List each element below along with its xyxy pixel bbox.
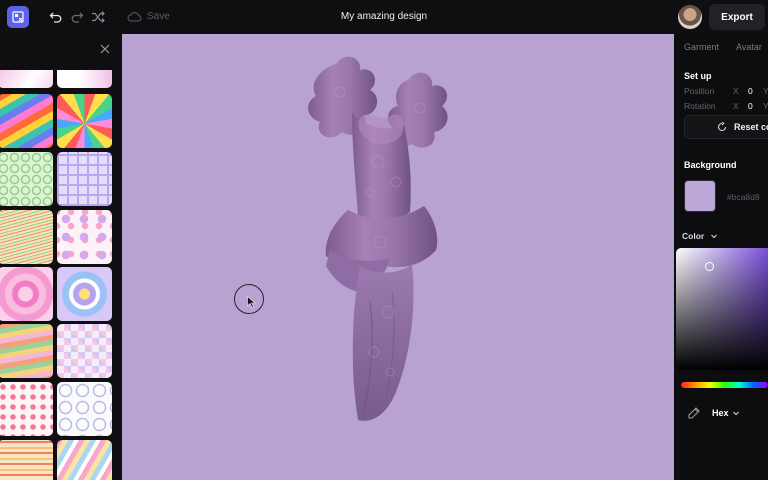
- properties-panel: Garment Avatar Set up Position X 0 Y Rot…: [674, 34, 768, 480]
- pattern-tile-rainbow-waves[interactable]: [0, 94, 53, 148]
- pattern-tile-hearts-pattern[interactable]: [0, 382, 53, 436]
- background-color-swatch[interactable]: [684, 180, 716, 212]
- cloud-icon: [126, 9, 142, 25]
- pattern-tile-pastel-stripes[interactable]: [57, 440, 112, 480]
- design-canvas[interactable]: [122, 34, 674, 480]
- setup-heading: Set up: [684, 71, 712, 81]
- redo-icon[interactable]: [69, 9, 85, 25]
- shuffle-icon[interactable]: [90, 9, 106, 25]
- app-logo-icon[interactable]: [7, 6, 29, 28]
- background-heading: Background: [684, 160, 737, 170]
- color-picker-handle[interactable]: [705, 262, 714, 271]
- top-bar: Save My amazing design Export: [0, 0, 768, 34]
- tab-garment[interactable]: Garment: [684, 42, 719, 52]
- background-hex-value[interactable]: #bca8d8: [727, 192, 760, 202]
- save-button[interactable]: Save: [147, 11, 170, 22]
- rotation-label: Rotation: [684, 101, 716, 111]
- undo-icon[interactable]: [48, 9, 64, 25]
- reset-icon: [717, 122, 727, 132]
- pattern-tile-zigzag-pattern[interactable]: [0, 440, 53, 480]
- chevron-down-icon: [733, 411, 739, 416]
- chevron-down-icon: [711, 234, 717, 239]
- color-picker-area[interactable]: [676, 248, 768, 370]
- pattern-tile-lilac-flower[interactable]: [57, 267, 112, 321]
- pattern-tile-pastel-burst[interactable]: [57, 70, 112, 88]
- garment-3d-model[interactable]: [300, 52, 470, 427]
- hue-slider[interactable]: [681, 382, 768, 388]
- position-x-label: X: [733, 86, 739, 96]
- pattern-tile-pastel-lines[interactable]: [0, 210, 53, 264]
- pattern-tile-flower-pattern[interactable]: [57, 210, 112, 264]
- rotation-x-input[interactable]: 0: [748, 101, 753, 111]
- position-x-input[interactable]: 0: [748, 86, 753, 96]
- pattern-tile-rainbow-sunburst[interactable]: [57, 94, 112, 148]
- rotation-y-label: Y: [763, 101, 768, 111]
- color-mode-dropdown[interactable]: Hex: [712, 408, 729, 418]
- avatar[interactable]: [678, 5, 702, 29]
- position-y-label: Y: [763, 86, 768, 96]
- pattern-tile-lilac-checker[interactable]: [57, 324, 112, 378]
- position-label: Position: [684, 86, 715, 96]
- pattern-tile-pink-flower[interactable]: [0, 267, 53, 321]
- pattern-library-panel: [0, 34, 122, 480]
- pattern-tile-lilac-grid[interactable]: [57, 152, 112, 206]
- export-button[interactable]: Export: [709, 4, 765, 30]
- rotation-x-label: X: [733, 101, 739, 111]
- cursor-pointer-icon: [247, 296, 256, 308]
- pattern-tile-smiley-pattern[interactable]: [57, 382, 112, 436]
- pattern-tile-green-circles[interactable]: [0, 152, 53, 206]
- design-title[interactable]: My amazing design: [300, 11, 468, 22]
- tab-avatar[interactable]: Avatar: [736, 42, 762, 52]
- pattern-tile-retro-waves[interactable]: [0, 324, 53, 378]
- color-dropdown[interactable]: Color: [682, 231, 704, 241]
- eyedropper-icon[interactable]: [687, 406, 701, 420]
- pattern-tile-pastel-gradient[interactable]: [0, 70, 53, 88]
- close-icon[interactable]: [99, 42, 111, 54]
- reset-button-label[interactable]: Reset co: [734, 122, 768, 132]
